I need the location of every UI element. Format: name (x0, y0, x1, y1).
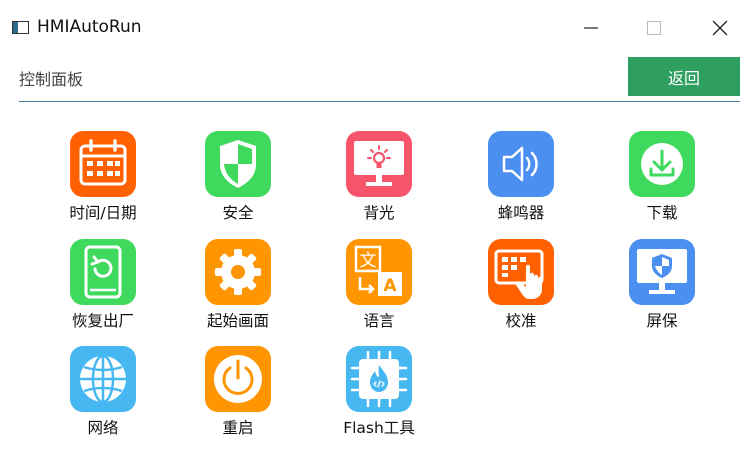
tile-calibration[interactable]: 校准 (456, 239, 586, 343)
tile-label: 安全 (222, 204, 254, 222)
svg-text:文: 文 (360, 251, 377, 271)
tile-label: Flash工具 (343, 419, 415, 437)
control-panel-label: 控制面板 (19, 70, 84, 89)
maximize-icon (647, 21, 661, 35)
speaker-icon (488, 131, 554, 197)
calendar-icon (70, 131, 136, 197)
tile-network[interactable]: 网络 (38, 346, 168, 450)
power-icon (205, 346, 271, 412)
download-icon (629, 131, 695, 197)
close-icon (712, 20, 728, 36)
tile-buzzer[interactable]: 蜂鸣器 (456, 131, 586, 235)
tile-label: 起始画面 (206, 312, 269, 330)
tile-language[interactable]: 文 A 语言 (314, 239, 444, 343)
tile-download[interactable]: 下载 (597, 131, 727, 235)
shield-icon (205, 131, 271, 197)
tile-startup-screen[interactable]: 起始画面 (173, 239, 303, 343)
translate-icon: 文 A (346, 239, 412, 305)
flash-chip-icon (346, 346, 412, 412)
header-divider (19, 101, 740, 102)
tile-datetime[interactable]: 时间/日期 (38, 131, 168, 235)
minimize-button[interactable] (571, 10, 611, 46)
tile-label: 蜂鸣器 (497, 204, 545, 222)
tile-label: 下载 (646, 204, 678, 222)
tile-label: 重启 (222, 419, 254, 437)
maximize-button[interactable] (634, 10, 674, 46)
tile-label: 校准 (505, 312, 537, 330)
tile-label: 语言 (363, 312, 395, 330)
tile-label: 时间/日期 (69, 204, 137, 222)
globe-icon (70, 346, 136, 412)
app-window: HMIAutoRun 控制面板 返回 时间/日期 安全 背光 蜂鸣器 下载 恢复… (0, 0, 740, 452)
svg-text:A: A (383, 276, 397, 296)
window-title: HMIAutoRun (37, 17, 142, 37)
tile-reboot[interactable]: 重启 (173, 346, 303, 450)
tile-backlight[interactable]: 背光 (314, 131, 444, 235)
app-icon (12, 21, 29, 34)
tile-label: 网络 (87, 419, 119, 437)
tile-label: 背光 (363, 204, 395, 222)
tile-label: 恢复出厂 (71, 312, 134, 330)
back-button[interactable]: 返回 (628, 57, 740, 96)
title-bar: HMIAutoRun (0, 10, 740, 46)
factory-reset-icon (70, 239, 136, 305)
tile-screensaver[interactable]: 屏保 (597, 239, 727, 343)
screen-lock-icon (629, 239, 695, 305)
tile-flash-tool[interactable]: Flash工具 (314, 346, 444, 450)
minimize-icon (584, 27, 598, 29)
tile-factory-reset[interactable]: 恢复出厂 (38, 239, 168, 343)
tile-label: 屏保 (646, 312, 678, 330)
touch-calibration-icon (488, 239, 554, 305)
tile-security[interactable]: 安全 (173, 131, 303, 235)
gear-icon (205, 239, 271, 305)
backlight-monitor-icon (346, 131, 412, 197)
close-button[interactable] (700, 10, 740, 46)
